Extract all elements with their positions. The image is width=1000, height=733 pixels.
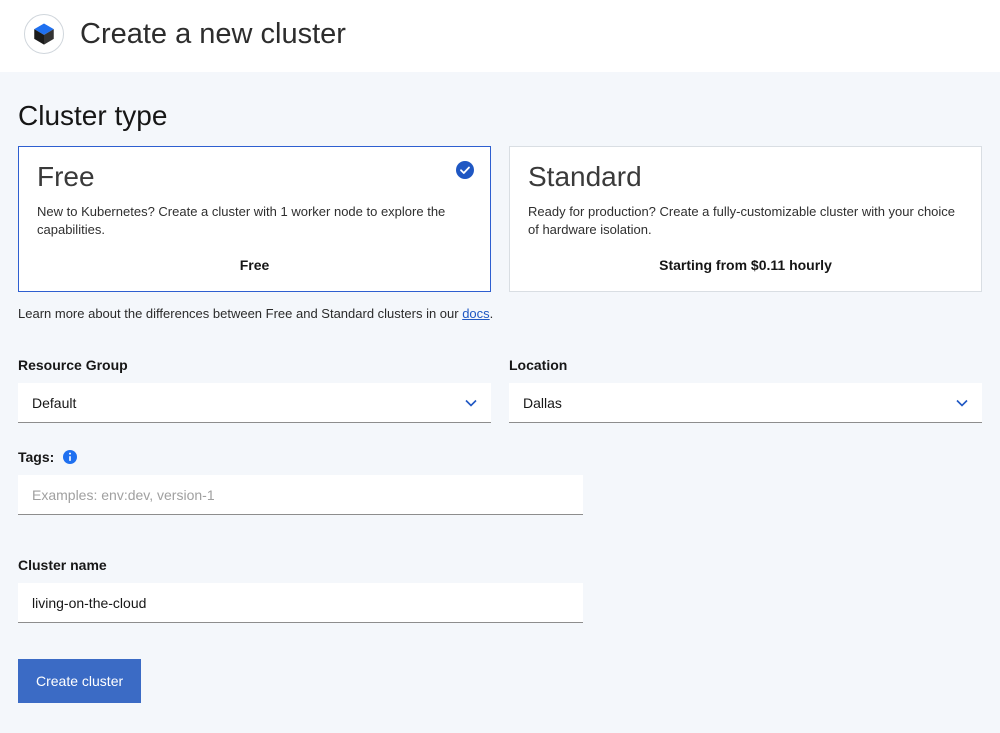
tags-label: Tags: [18, 449, 583, 465]
tags-label-text: Tags: [18, 449, 54, 465]
location-field: Location Dallas [509, 357, 982, 423]
card-price: Starting from $0.11 hourly [528, 257, 963, 273]
cluster-type-heading: Cluster type [18, 100, 982, 132]
learn-more-text: Learn more about the differences between… [18, 306, 982, 321]
tags-input[interactable] [18, 475, 583, 515]
learn-more-prefix: Learn more about the differences between… [18, 306, 462, 321]
cluster-name-field: Cluster name [18, 557, 583, 623]
card-title: Free [37, 161, 472, 193]
card-title: Standard [528, 161, 963, 193]
check-icon [456, 161, 474, 179]
resource-group-label: Resource Group [18, 357, 491, 373]
card-description: Ready for production? Create a fully-cus… [528, 203, 963, 239]
cluster-name-label: Cluster name [18, 557, 583, 573]
form-row-group-location: Resource Group Default Location Dallas [18, 357, 982, 423]
location-label: Location [509, 357, 982, 373]
location-value: Dallas [523, 395, 956, 411]
resource-group-field: Resource Group Default [18, 357, 491, 423]
chevron-down-icon [465, 394, 477, 412]
card-price: Free [37, 257, 472, 273]
cluster-type-cards: Free New to Kubernetes? Create a cluster… [18, 146, 982, 292]
learn-more-suffix: . [490, 306, 494, 321]
info-icon[interactable] [62, 449, 78, 465]
card-description: New to Kubernetes? Create a cluster with… [37, 203, 472, 239]
page-title: Create a new cluster [80, 18, 346, 51]
location-select[interactable]: Dallas [509, 383, 982, 423]
resource-group-value: Default [32, 395, 465, 411]
create-cluster-button[interactable]: Create cluster [18, 659, 141, 703]
page-header: Create a new cluster [0, 0, 1000, 72]
docs-link[interactable]: docs [462, 306, 489, 321]
tags-field: Tags: [18, 449, 583, 515]
cluster-name-input[interactable] [18, 583, 583, 623]
main-content: Cluster type Free New to Kubernetes? Cre… [0, 72, 1000, 733]
chevron-down-icon [956, 394, 968, 412]
cluster-type-standard-card[interactable]: Standard Ready for production? Create a … [509, 146, 982, 292]
cluster-type-free-card[interactable]: Free New to Kubernetes? Create a cluster… [18, 146, 491, 292]
cluster-logo-icon [24, 14, 64, 54]
resource-group-select[interactable]: Default [18, 383, 491, 423]
